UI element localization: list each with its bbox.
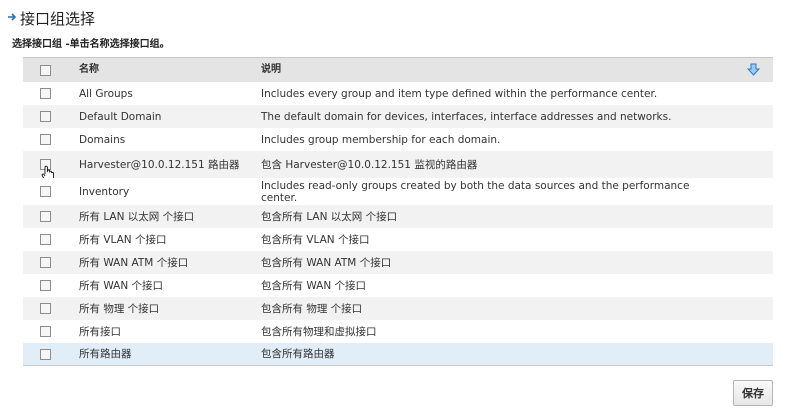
table-row[interactable]: 所有 LAN 以太网 个接口 包含所有 LAN 以太网 个接口: [23, 205, 773, 228]
save-button[interactable]: 保存: [733, 380, 773, 406]
table-row[interactable]: 所有路由器 包含所有路由器: [23, 343, 773, 365]
table-header-row: 名称 说明: [23, 58, 773, 82]
table-row[interactable]: Inventory Includes read-only groups crea…: [23, 178, 773, 205]
row-checkbox[interactable]: [40, 234, 51, 245]
page-subtitle: 选择接口组 -单击名称选择接口组。: [12, 39, 170, 50]
group-description: The default domain for devices, interfac…: [261, 110, 672, 123]
group-description: 包含所有 物理 个接口: [261, 302, 363, 315]
group-description: Includes read-only groups created by bot…: [261, 179, 690, 204]
table-row[interactable]: Harvester@10.0.12.151 路由器 包含 Harvester@1…: [23, 151, 773, 182]
column-header-name[interactable]: 名称: [67, 64, 249, 76]
group-name[interactable]: Harvester@10.0.12.151 路由器: [67, 159, 249, 171]
group-name[interactable]: Inventory: [67, 186, 249, 198]
group-description: 包含所有路由器: [261, 348, 335, 360]
group-name[interactable]: 所有路由器: [67, 348, 249, 360]
group-description: 包含所有 LAN 以太网 个接口: [261, 210, 398, 223]
arrow-down-icon[interactable]: [746, 63, 761, 79]
row-checkbox[interactable]: [40, 111, 51, 122]
table-row[interactable]: Default Domain The default domain for de…: [23, 105, 773, 128]
row-checkbox[interactable]: [40, 326, 51, 337]
page-header: 接口组选择: [7, 10, 95, 28]
group-description: 包含所有 WAN ATM 个接口: [261, 256, 392, 269]
select-all-checkbox[interactable]: [40, 64, 51, 76]
group-name[interactable]: 所有 VLAN 个接口: [67, 234, 249, 246]
column-header-description[interactable]: 说明: [249, 64, 719, 76]
table-row[interactable]: 所有 WAN 个接口 包含所有 WAN 个接口: [23, 274, 773, 297]
row-checkbox[interactable]: [40, 280, 51, 291]
interface-group-table: 名称 说明 All Groups Includes every group an…: [23, 57, 773, 366]
table-row[interactable]: Domains Includes group membership for ea…: [23, 128, 773, 151]
group-name[interactable]: 所有接口: [67, 326, 249, 338]
group-name[interactable]: Domains: [67, 134, 249, 146]
page-title: 接口组选择: [20, 10, 96, 28]
table-row[interactable]: 所有 WAN ATM 个接口 包含所有 WAN ATM 个接口: [23, 251, 773, 274]
group-description: 包含 Harvester@10.0.12.151 监视的路由器: [261, 158, 478, 171]
table-row[interactable]: 所有 物理 个接口 包含所有 物理 个接口: [23, 297, 773, 320]
row-checkbox[interactable]: [40, 88, 51, 99]
group-name[interactable]: 所有 LAN 以太网 个接口: [67, 211, 249, 223]
table-row[interactable]: 所有接口 包含所有物理和虚拟接口: [23, 320, 773, 343]
group-name[interactable]: 所有 WAN 个接口: [67, 280, 249, 292]
row-checkbox[interactable]: [40, 348, 51, 360]
row-checkbox[interactable]: [40, 257, 51, 268]
group-description: 包含所有 WAN 个接口: [261, 279, 367, 292]
table-row[interactable]: All Groups Includes every group and item…: [23, 82, 773, 105]
table-row[interactable]: 所有 VLAN 个接口 包含所有 VLAN 个接口: [23, 228, 773, 251]
row-checkbox[interactable]: [40, 186, 51, 197]
arrow-right-icon: [7, 10, 17, 28]
row-checkbox[interactable]: [40, 134, 51, 145]
group-name[interactable]: 所有 WAN ATM 个接口: [67, 257, 249, 269]
group-description: Includes group membership for each domai…: [261, 133, 501, 146]
group-name[interactable]: Default Domain: [67, 111, 249, 123]
group-description: 包含所有物理和虚拟接口: [261, 325, 377, 338]
group-description: Includes every group and item type defin…: [261, 87, 658, 100]
row-checkbox[interactable]: [40, 303, 51, 314]
group-name[interactable]: All Groups: [67, 88, 249, 100]
group-name[interactable]: 所有 物理 个接口: [67, 303, 249, 315]
group-description: 包含所有 VLAN 个接口: [261, 233, 370, 246]
row-checkbox[interactable]: [40, 211, 51, 222]
